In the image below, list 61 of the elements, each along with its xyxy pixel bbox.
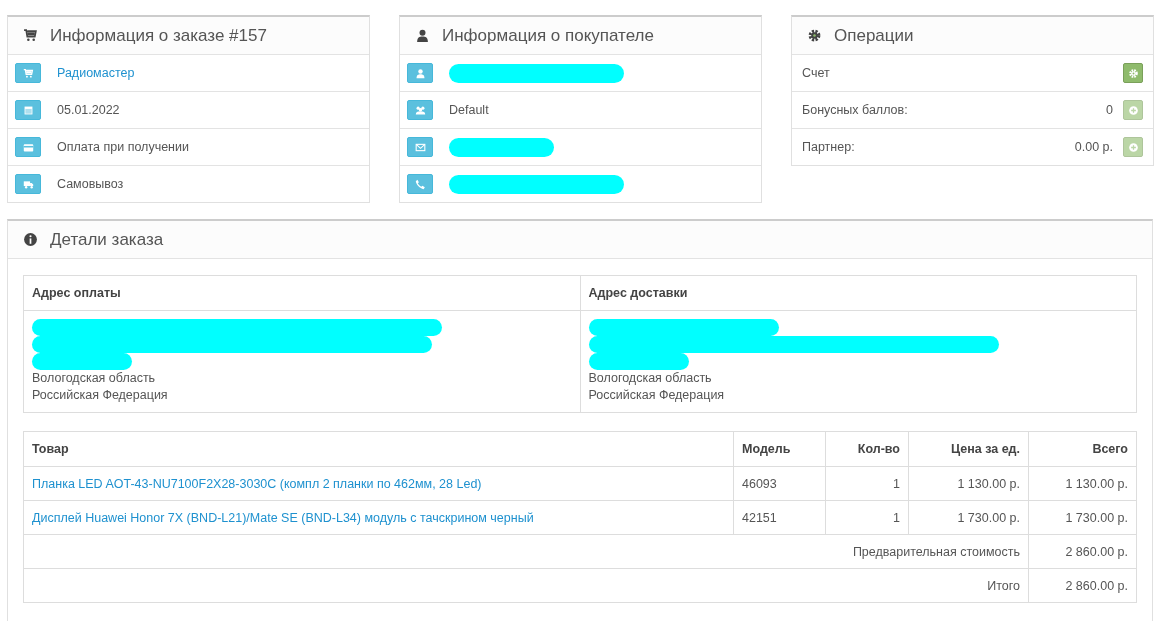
info-text: Самовывоз — [57, 177, 124, 191]
table-cell: 1 730.00 р. — [1065, 510, 1128, 525]
gear-icon — [1127, 67, 1139, 79]
gear-icon — [807, 28, 822, 43]
table-cell: 1 — [893, 510, 900, 525]
panel-title: Детали заказа — [50, 229, 164, 250]
plus-icon — [1127, 104, 1139, 116]
icon-button[interactable] — [407, 137, 433, 157]
operation-label: Партнер: — [802, 140, 856, 154]
users-icon — [414, 104, 426, 116]
icon-button[interactable] — [15, 174, 41, 194]
table-cell: 46093 — [742, 476, 777, 491]
address-line: Вологодская область — [588, 370, 713, 387]
total-label: Предварительная стоимость — [852, 544, 1020, 559]
panel-title: Операции — [834, 25, 914, 46]
plus-icon — [1127, 141, 1139, 153]
icon-button[interactable] — [15, 137, 41, 157]
icon-button[interactable] — [407, 63, 433, 83]
table-cell: 1 130.00 р. — [957, 476, 1020, 491]
icon-button[interactable] — [407, 174, 433, 194]
column-header: Адрес доставки — [588, 286, 688, 300]
total-value: 2 860.00 р. — [1065, 578, 1128, 593]
cart-icon — [23, 28, 38, 43]
phone-icon — [414, 178, 426, 190]
column-header: Всего — [1092, 442, 1128, 456]
table-cell: 1 — [893, 476, 900, 491]
calendar-icon — [22, 104, 34, 116]
address-line: Вологодская область — [32, 370, 157, 387]
info-icon — [23, 232, 38, 247]
total-label: Итого — [987, 578, 1020, 593]
store-link[interactable]: Радиомастер — [57, 66, 135, 80]
cart-icon — [22, 67, 34, 79]
total-value: 2 860.00 р. — [1065, 544, 1128, 559]
operation-label: Бонусных баллов: — [802, 103, 909, 117]
info-text: Оплата при получении — [57, 140, 189, 154]
operation-label: Счет — [802, 66, 831, 80]
user-icon — [415, 28, 430, 43]
gear-button[interactable] — [1123, 63, 1143, 83]
address-line: Российская Федерация — [588, 387, 726, 404]
column-header: Кол-во — [857, 442, 900, 456]
column-header: Модель — [742, 442, 791, 456]
info-text: Default — [449, 103, 489, 117]
user-icon — [414, 67, 426, 79]
info-text: 05.01.2022 — [57, 103, 120, 117]
icon-button[interactable] — [15, 100, 41, 120]
operation-value: 0 — [1106, 103, 1113, 117]
table-cell: 42151 — [742, 510, 777, 525]
icon-button[interactable] — [15, 63, 41, 83]
column-header: Адрес оплаты — [32, 286, 121, 300]
table-cell: 1 730.00 р. — [957, 510, 1020, 525]
panel-title: Информация о покупателе — [442, 25, 654, 46]
table-cell: 1 130.00 р. — [1065, 476, 1128, 491]
column-header: Товар — [32, 442, 69, 456]
panel-title: Информация о заказе #157 — [50, 25, 267, 46]
truck-icon — [22, 178, 34, 190]
address-line: Российская Федерация — [32, 387, 169, 404]
credit-card-icon — [22, 141, 34, 153]
envelope-icon — [414, 141, 426, 153]
icon-button[interactable] — [407, 100, 433, 120]
operation-value: 0.00 р. — [1074, 140, 1113, 154]
column-header: Цена за ед. — [950, 442, 1020, 456]
